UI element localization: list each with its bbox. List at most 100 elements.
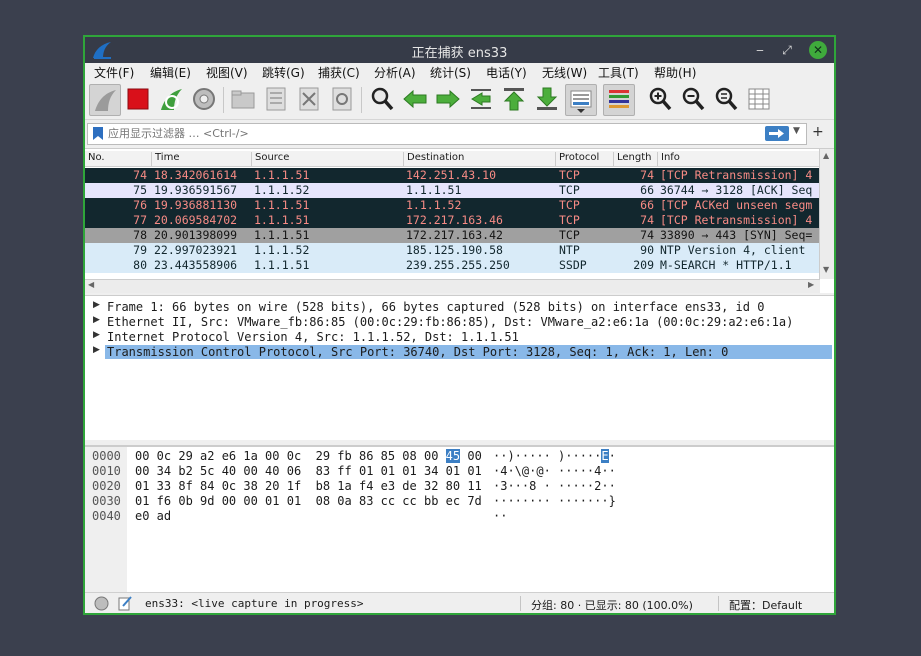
packet-row[interactable]: 77 20.069584702 1.1.1.51 172.217.163.46 TCP 7… (85, 213, 820, 228)
close-file-icon[interactable] (294, 84, 324, 114)
shark-fin-start-icon[interactable] (89, 84, 121, 116)
packet-length: 66 (640, 183, 654, 197)
byte-hex[interactable]: 00 0c 29 a2 e6 1a 00 0c 29 fb 86 85 08 0… (135, 449, 482, 464)
column-length[interactable]: Length (613, 152, 652, 166)
packet-row[interactable]: 79 22.997023921 1.1.1.52 185.125.190.58 NTP 9… (85, 243, 820, 258)
title-bar[interactable]: 正在捕获 ens33 ‒ ⤢ ✕ (85, 37, 834, 63)
expand-arrow-icon[interactable]: ▶ (93, 345, 100, 355)
apply-filter-arrow-icon[interactable] (765, 126, 789, 141)
scroll-left-icon[interactable]: ◀ (88, 280, 94, 289)
filter-history-dropdown[interactable]: ▼ (793, 126, 800, 136)
detail-row-tcp[interactable]: ▶ Transmission Control Protocol, Src Por… (85, 345, 834, 360)
byte-hex[interactable]: e0 ad (135, 509, 171, 524)
minimize-button[interactable]: ‒ (750, 40, 770, 60)
byte-ascii[interactable]: ··)····· )·····E· (493, 449, 616, 464)
column-source[interactable]: Source (251, 152, 289, 166)
byte-ascii[interactable]: ·3···8 · ·····2·· (493, 479, 616, 494)
column-destination[interactable]: Destination (403, 152, 464, 166)
column-info[interactable]: Info (657, 152, 680, 166)
packet-destination: 239.255.255.250 (406, 258, 510, 272)
menu-edit[interactable]: 编辑(E) (150, 64, 191, 81)
packet-list-hscrollbar[interactable]: ◀ ▶ (85, 279, 820, 293)
packet-destination: 1.1.1.51 (406, 183, 462, 197)
packet-row[interactable]: 74 18.342061614 1.1.1.51 142.251.43.10 TCP 74… (85, 168, 820, 183)
maximize-button[interactable]: ⤢ (777, 40, 797, 60)
column-time[interactable]: Time (151, 152, 179, 166)
detail-row-ip[interactable]: ▶ Internet Protocol Version 4, Src: 1.1.… (85, 330, 834, 345)
packet-list-vscrollbar[interactable]: ▲ ▼ (819, 149, 834, 279)
bookmark-icon[interactable] (92, 126, 104, 141)
menu-go[interactable]: 跳转(G) (262, 64, 305, 81)
go-forward-icon[interactable] (433, 84, 463, 114)
go-back-icon[interactable] (400, 84, 430, 114)
packet-info: [TCP ACKed unseen segm (660, 198, 813, 212)
menu-file[interactable]: 文件(F) (94, 64, 134, 81)
packet-list: No. Time Source Destination Protocol Len… (85, 148, 834, 293)
close-button[interactable]: ✕ (809, 41, 827, 59)
colorize-icon[interactable] (603, 84, 635, 116)
menu-statistics[interactable]: 统计(S) (430, 64, 471, 81)
status-profile[interactable]: 配置：Default (729, 597, 802, 613)
packet-row[interactable]: 75 19.936591567 1.1.1.52 1.1.1.51 TCP 66 36744… (85, 183, 820, 198)
zoom-reset-icon[interactable] (711, 84, 741, 114)
byte-ascii[interactable]: ·· (493, 509, 507, 524)
go-first-icon[interactable] (499, 84, 529, 114)
capture-options-icon[interactable] (189, 84, 219, 114)
scroll-down-icon[interactable]: ▼ (823, 265, 829, 274)
zoom-out-icon[interactable] (678, 84, 708, 114)
go-last-icon[interactable] (532, 84, 562, 114)
restart-capture-icon[interactable] (156, 84, 186, 114)
expert-info-icon[interactable] (94, 596, 109, 611)
zoom-in-icon[interactable] (645, 84, 675, 114)
menu-wireless[interactable]: 无线(W) (542, 64, 587, 81)
expand-arrow-icon[interactable]: ▶ (93, 330, 100, 340)
packet-length: 74 (640, 168, 654, 182)
detail-row-ethernet[interactable]: ▶ Ethernet II, Src: VMware_fb:86:85 (00:… (85, 315, 834, 330)
hex-bytes: 00 (460, 449, 482, 463)
go-to-packet-icon[interactable] (466, 84, 496, 114)
packet-row[interactable]: 78 20.901398099 1.1.1.51 172.217.163.42 TCP 7… (85, 228, 820, 243)
packet-row[interactable]: 80 23.443558906 1.1.1.51 239.255.255.250 SSD… (85, 258, 820, 273)
packet-source: 1.1.1.52 (254, 243, 310, 257)
display-filter-input[interactable] (108, 125, 758, 141)
expand-arrow-icon[interactable]: ▶ (93, 300, 100, 310)
add-filter-button[interactable]: + (812, 124, 824, 140)
scroll-up-icon[interactable]: ▲ (823, 151, 829, 160)
packet-destination: 185.125.190.58 (406, 243, 503, 257)
save-file-icon[interactable] (261, 84, 291, 114)
packet-row[interactable]: 76 19.936881130 1.1.1.51 1.1.1.52 TCP 66 [TCP … (85, 198, 820, 213)
packet-source: 1.1.1.52 (254, 183, 310, 197)
hex-bytes: 01 33 8f 84 0c 38 20 1f b8 1a f4 e3 de 3… (135, 479, 482, 493)
scroll-right-icon[interactable]: ▶ (808, 280, 814, 289)
menu-analyze[interactable]: 分析(A) (374, 64, 416, 81)
stop-capture-icon[interactable] (123, 84, 153, 114)
menu-telephony[interactable]: 电话(Y) (486, 64, 527, 81)
byte-offset: 0020 (92, 479, 121, 493)
packet-time: 19.936591567 (154, 183, 238, 197)
menu-help[interactable]: 帮助(H) (654, 64, 696, 81)
column-protocol[interactable]: Protocol (555, 152, 599, 166)
menu-capture[interactable]: 捕获(C) (318, 64, 360, 81)
open-file-icon[interactable] (228, 84, 258, 114)
packet-source: 1.1.1.51 (254, 228, 310, 242)
find-packet-icon[interactable] (367, 84, 397, 114)
menu-tools[interactable]: 工具(T) (598, 64, 639, 81)
byte-ascii[interactable]: ·4·\@·@· ·····4·· (493, 464, 616, 479)
byte-hex[interactable]: 00 34 b2 5c 40 00 40 06 83 ff 01 01 01 3… (135, 464, 482, 479)
packet-length: 74 (640, 213, 654, 227)
reload-file-icon[interactable] (327, 84, 357, 114)
expand-arrow-icon[interactable]: ▶ (93, 315, 100, 325)
autoscroll-icon[interactable] (565, 84, 597, 116)
byte-offset: 0010 (92, 464, 121, 478)
byte-ascii[interactable]: ········ ·······} (493, 494, 616, 509)
column-no[interactable]: No. (85, 152, 105, 166)
capture-comment-icon[interactable] (117, 595, 133, 611)
menu-view[interactable]: 视图(V) (206, 64, 248, 81)
byte-hex[interactable]: 01 f6 0b 9d 00 00 01 01 08 0a 83 cc cc b… (135, 494, 482, 509)
byte-hex[interactable]: 01 33 8f 84 0c 38 20 1f b8 1a f4 e3 de 3… (135, 479, 482, 494)
packet-protocol: SSDP (559, 258, 587, 272)
packet-no: 75 (133, 183, 147, 197)
resize-columns-icon[interactable] (744, 84, 774, 114)
detail-row-frame[interactable]: ▶ Frame 1: 66 bytes on wire (528 bits), … (85, 300, 834, 315)
packet-protocol: NTP (559, 243, 580, 257)
